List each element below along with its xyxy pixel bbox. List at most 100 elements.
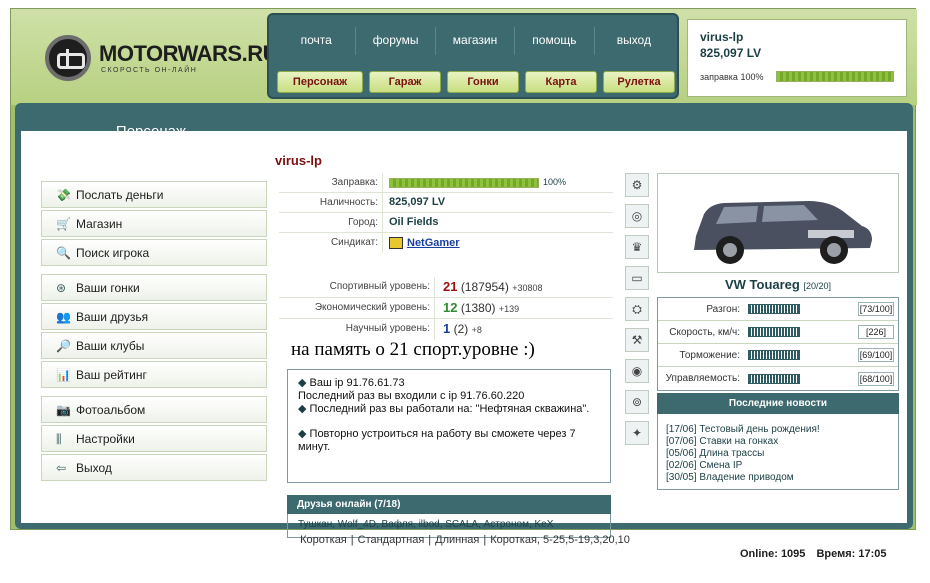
menu-item-photo-album[interactable]: 📷 Фотоальбом	[41, 396, 267, 423]
wheel-part-icon[interactable]: ⊚	[625, 390, 649, 414]
engine-part-icon[interactable]: ⛭	[625, 297, 649, 321]
news-item[interactable]: [30/05] Владение приводом	[666, 472, 890, 484]
level-delta: +30808	[512, 283, 543, 293]
level-points: (1380)	[460, 301, 496, 315]
page-frame: MOTORWARS.RU СКОРОСТЬ ОН-ЛАЙН почта фору…	[10, 8, 917, 538]
top-navigation: почта форумы магазин помощь выход Персон…	[267, 13, 679, 99]
news-item[interactable]: [05/06] Длина трассы	[666, 448, 890, 460]
bullet-icon: ◆	[298, 428, 307, 440]
cash-value: 825,097 LV	[389, 196, 446, 208]
header: MOTORWARS.RU СКОРОСТЬ ОН-ЛАЙН почта фору…	[11, 9, 917, 105]
news-title: Последние новости	[657, 393, 899, 414]
menu-item-your-friends[interactable]: 👥 Ваши друзья	[41, 303, 267, 330]
online-count: Online: 1095	[740, 548, 806, 560]
last-job: Последний раз вы работали на: "Нефтяная …	[309, 403, 590, 415]
nav-link-forums[interactable]: форумы	[356, 27, 436, 55]
steering-wheel-icon: ⊛	[56, 281, 67, 295]
footer-status: Online: 1095 Время: 17:05	[740, 548, 895, 560]
turbo-part-icon[interactable]: ◉	[625, 359, 649, 383]
car-photo[interactable]	[657, 173, 899, 273]
level-points: (2)	[453, 322, 469, 336]
main-panel: Персонаж 💸Послать деньги 🛒Магазин 🔍Поиск…	[15, 103, 913, 538]
logo-emblem-icon	[45, 35, 91, 81]
nav-button-map[interactable]: Карта	[525, 71, 597, 93]
seats-part-icon[interactable]: ♛	[625, 235, 649, 259]
suspension-part-icon[interactable]: ⚙	[625, 173, 649, 197]
level-value: 12	[443, 300, 458, 315]
rating-chart-icon: 📊	[56, 368, 71, 382]
level-row-economic: Экономический уровень: 12 (1380) +139	[279, 298, 613, 319]
footer-link-standard[interactable]: Стандартная	[354, 534, 429, 546]
nav-button-races[interactable]: Гонки	[447, 71, 519, 93]
magnifier-icon: 🔍	[56, 246, 71, 260]
content-area: 💸 Послать деньги 🛒 Магазин 🔍 Поиск игрока ⊛…	[21, 131, 907, 538]
level-delta: +8	[471, 325, 482, 335]
stat-row-acceleration: Разгон: [73/100]	[658, 298, 898, 321]
gearbox-part-icon[interactable]: ⚒	[625, 328, 649, 352]
ip-last-login: Последний раз вы входили с ip 91.76.60.2…	[298, 390, 525, 402]
nav-link-help[interactable]: помощь	[515, 27, 595, 55]
footer-view-links: Короткая | Стандартная | Длинная | Короткая, 5…	[0, 534, 930, 546]
fuel-bar	[389, 177, 539, 188]
level-row-science: Научный уровень: 1 (2) +8	[279, 319, 613, 340]
car-grade: [20/20]	[803, 281, 832, 291]
tire-part-icon[interactable]: ◎	[625, 204, 649, 228]
cart-icon: 🛒	[56, 217, 71, 231]
memo-note: на память о 21 спорт.уровне :)	[291, 339, 535, 360]
news-item[interactable]: [02/06] Смена IP	[666, 460, 890, 472]
footer-link-short[interactable]: Короткая	[296, 534, 351, 546]
stat-bar	[748, 327, 800, 337]
stat-value: [73/100]	[858, 302, 894, 316]
stat-bar	[748, 350, 800, 360]
menu-item-settings[interactable]: ⫼ Настройки	[41, 425, 267, 452]
footer-link-short-custom[interactable]: Короткая, 5-25,5-19,3,20,10	[486, 534, 634, 546]
nav-link-logout[interactable]: выход	[595, 27, 673, 55]
bullet-icon: ◆	[298, 377, 307, 389]
user-status-box: virus-lp 825,097 LV заправка 100%	[687, 19, 907, 97]
nav-link-shop[interactable]: магазин	[436, 27, 516, 55]
camera-icon: 📷	[56, 403, 71, 417]
logo-subtitle: СКОРОСТЬ ОН-ЛАЙН	[101, 67, 198, 74]
levels-table: Спортивный уровень: 21 (187954) +30808 Э…	[279, 277, 613, 340]
menu-item-find-player[interactable]: 🔍 Поиск игрока	[41, 239, 267, 266]
news-item[interactable]: [07/06] Ставки на гонках	[666, 436, 890, 448]
sliders-icon: ⫼	[56, 432, 62, 446]
character-info-table: Заправка: 100% Наличность: 825,097 LV Го…	[279, 173, 613, 253]
friends-icon: 👥	[56, 310, 71, 324]
ip-current: Ваш ip 91.76.61.73	[309, 377, 405, 389]
stat-bar	[748, 373, 800, 384]
logo[interactable]: MOTORWARS.RU СКОРОСТЬ ОН-ЛАЙН	[39, 33, 278, 85]
menu-item-your-clubs[interactable]: 🔎 Ваши клубы	[41, 332, 267, 359]
money-icon: 💸	[56, 188, 71, 202]
sidebar-menu: 💸 Послать деньги 🛒 Магазин 🔍 Поиск игрока ⊛…	[41, 181, 267, 489]
level-row-sport: Спортивный уровень: 21 (187954) +30808	[279, 277, 613, 298]
nav-button-garage[interactable]: Гараж	[369, 71, 441, 93]
fuel-percent: 100%	[543, 177, 567, 187]
menu-item-your-races[interactable]: ⊛ Ваши гонки	[41, 274, 267, 301]
nav-button-character[interactable]: Персонаж	[277, 71, 363, 93]
friends-online-title: Друзья онлайн (7/18)	[287, 495, 611, 514]
news-list: [17/06] Тестовый день рождения! [07/06] …	[657, 414, 899, 490]
syndicate-link[interactable]: NetGamer	[407, 234, 460, 253]
menu-item-your-rating[interactable]: 📊 Ваш рейтинг	[41, 361, 267, 388]
character-name: virus-lp	[275, 153, 322, 168]
menu-item-shop[interactable]: 🛒 Магазин	[41, 210, 267, 237]
level-value: 21	[443, 279, 458, 294]
cash-label: Наличность:	[279, 193, 383, 212]
logo-title: MOTORWARS.RU	[99, 41, 278, 66]
menu-item-send-money[interactable]: 💸 Послать деньги	[41, 181, 267, 208]
car-parts-column: ⚙ ◎ ♛ ▭ ⛭ ⚒ ◉ ⊚ ✦	[625, 173, 653, 452]
stat-row-handling: Управляемость: [68/100]	[665, 371, 894, 386]
footer-link-long[interactable]: Длинная	[431, 534, 483, 546]
menu-item-logout[interactable]: ⇦ Выход	[41, 454, 267, 481]
car-stats-table: Разгон: [73/100] Скорость, км/ч: [226] Тор…	[657, 297, 899, 391]
spoiler-part-icon[interactable]: ▭	[625, 266, 649, 290]
level-delta: +139	[498, 304, 520, 314]
exit-icon: ⇦	[56, 461, 67, 475]
news-item[interactable]: [17/06] Тестовый день рождения!	[666, 424, 890, 436]
nav-link-mail[interactable]: почта	[277, 27, 357, 55]
nitro-part-icon[interactable]: ✦	[625, 421, 649, 445]
stat-value: [226]	[858, 325, 894, 339]
car-name: VW Touareg [20/20]	[724, 277, 832, 292]
nav-button-roulette[interactable]: Рулетка	[603, 71, 675, 93]
